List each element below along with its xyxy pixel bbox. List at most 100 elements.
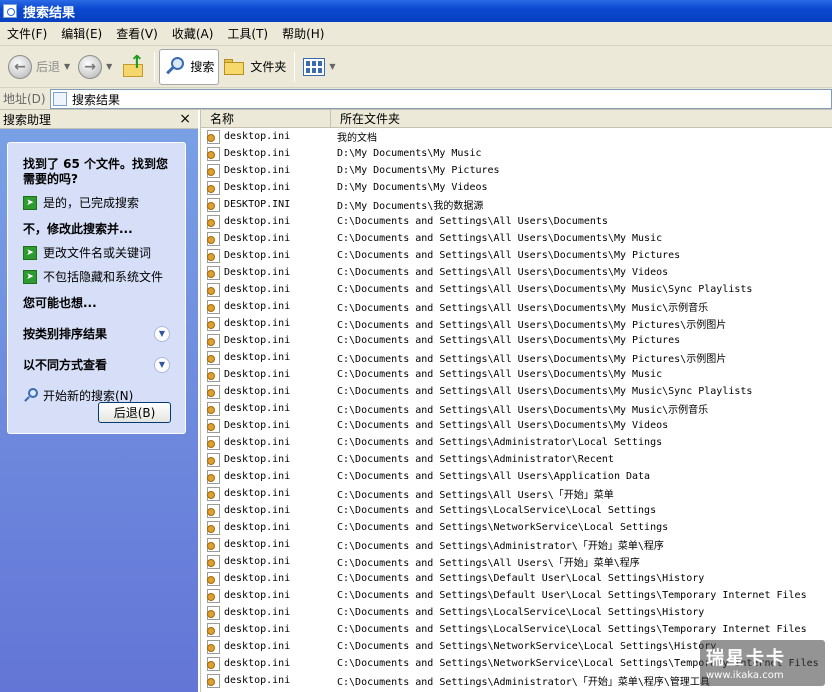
file-name-cell[interactable]: desktop.ini (201, 129, 331, 144)
file-name-cell[interactable]: desktop.ini (201, 605, 331, 620)
table-row[interactable]: Desktop.ini C:\Documents and Settings\All… (201, 247, 832, 264)
back-dropdown-icon[interactable]: ▼ (64, 62, 70, 71)
file-name-cell[interactable]: desktop.ini (201, 588, 331, 603)
table-row[interactable]: desktop.ini C:\Documents and Settings\All… (201, 349, 832, 366)
file-name-cell[interactable]: desktop.ini (201, 214, 331, 229)
file-name-cell[interactable]: desktop.ini (201, 503, 331, 518)
table-row[interactable]: desktop.ini C:\Documents and Settings\All… (201, 468, 832, 485)
exclude-hidden-link[interactable]: ➤ 不包括隐藏和系统文件 (23, 268, 175, 285)
up-folder-button[interactable]: ↑ (116, 49, 150, 85)
table-row[interactable]: desktop.ini C:\Documents and Settings\All… (201, 553, 832, 570)
file-name-cell[interactable]: desktop.ini (201, 554, 331, 569)
table-row[interactable]: desktop.ini C:\Documents and Settings\Def… (201, 587, 832, 604)
file-name-cell[interactable]: desktop.ini (201, 622, 331, 637)
file-name: desktop.ini (224, 386, 291, 397)
table-row[interactable]: DESKTOP.INI D:\My Documents\我的数据源 (201, 196, 832, 213)
ini-file-icon (207, 554, 220, 569)
file-name-cell[interactable]: desktop.ini (201, 299, 331, 314)
file-name-cell[interactable]: desktop.ini (201, 435, 331, 450)
menu-edit[interactable]: 编辑(E) (54, 25, 109, 42)
ini-file-icon (207, 333, 220, 348)
search-icon (23, 387, 39, 404)
file-name-cell[interactable]: Desktop.ini (201, 248, 331, 263)
file-name-cell[interactable]: DESKTOP.INI (201, 197, 331, 212)
ini-file-icon (207, 282, 220, 297)
table-row[interactable]: Desktop.ini D:\My Documents\My Pictures (201, 162, 832, 179)
column-header-name[interactable]: 名称 (201, 110, 331, 127)
file-name-cell[interactable]: Desktop.ini (201, 418, 331, 433)
table-row[interactable]: desktop.ini C:\Documents and Settings\Def… (201, 570, 832, 587)
address-input[interactable]: 搜索结果 (50, 89, 832, 109)
file-name-cell[interactable]: desktop.ini (201, 486, 331, 501)
table-row[interactable]: Desktop.ini C:\Documents and Settings\Adm… (201, 451, 832, 468)
table-row[interactable]: desktop.ini C:\Documents and Settings\All… (201, 281, 832, 298)
file-name-cell[interactable]: Desktop.ini (201, 180, 331, 195)
file-name-cell[interactable]: desktop.ini (201, 350, 331, 365)
sort-by-category-section[interactable]: 按类别排序结果 ▼ (23, 325, 175, 342)
file-name-cell[interactable]: desktop.ini (201, 571, 331, 586)
search-button[interactable]: 搜索 (159, 48, 220, 85)
views-dropdown-icon[interactable]: ▼ (329, 62, 335, 71)
ini-file-icon (207, 537, 220, 552)
table-row[interactable]: desktop.ini C:\Documents and Settings\Adm… (201, 536, 832, 553)
menu-view[interactable]: 查看(V) (109, 25, 165, 42)
file-name-cell[interactable]: Desktop.ini (201, 367, 331, 382)
menu-file[interactable]: 文件(F) (0, 25, 54, 42)
file-name-cell[interactable]: desktop.ini (201, 282, 331, 297)
chevron-down-icon[interactable]: ▼ (154, 356, 170, 373)
file-name: desktop.ini (224, 658, 291, 669)
menu-favorites[interactable]: 收藏(A) (165, 25, 221, 42)
back-button[interactable]: ← 后退 ▼ (4, 49, 74, 85)
no-modify-heading: 不，修改此搜索并... (23, 222, 133, 236)
file-name-cell[interactable]: desktop.ini (201, 401, 331, 416)
change-name-link[interactable]: ➤ 更改文件名或关键词 (23, 244, 175, 261)
table-row[interactable]: Desktop.ini C:\Documents and Settings\All… (201, 230, 832, 247)
file-name-cell[interactable]: desktop.ini (201, 316, 331, 331)
file-name-cell[interactable]: Desktop.ini (201, 452, 331, 467)
file-name-cell[interactable]: Desktop.ini (201, 333, 331, 348)
file-name-cell[interactable]: desktop.ini (201, 469, 331, 484)
folder-path-cell: C:\Documents and Settings\All Users\Docu… (337, 267, 669, 278)
table-row[interactable]: desktop.ini C:\Documents and Settings\Loc… (201, 604, 832, 621)
chevron-down-icon[interactable]: ▼ (154, 325, 170, 342)
menu-tools[interactable]: 工具(T) (220, 25, 275, 42)
file-name-cell[interactable]: desktop.ini (201, 520, 331, 535)
file-name-cell[interactable]: desktop.ini (201, 384, 331, 399)
file-name-cell[interactable]: Desktop.ini (201, 231, 331, 246)
ini-file-icon (207, 129, 220, 144)
table-row[interactable]: desktop.ini C:\Documents and Settings\Loc… (201, 621, 832, 638)
forward-button[interactable]: → ▼ (74, 49, 116, 85)
file-name-cell[interactable]: Desktop.ini (201, 163, 331, 178)
file-name-cell[interactable]: desktop.ini (201, 656, 331, 671)
table-row[interactable]: desktop.ini C:\Documents and Settings\Adm… (201, 434, 832, 451)
table-row[interactable]: desktop.ini C:\Documents and Settings\All… (201, 315, 832, 332)
table-row[interactable]: Desktop.ini D:\My Documents\My Music (201, 145, 832, 162)
table-row[interactable]: Desktop.ini D:\My Documents\My Videos (201, 179, 832, 196)
column-header-folder[interactable]: 所在文件夹 (331, 110, 832, 127)
table-row[interactable]: Desktop.ini C:\Documents and Settings\All… (201, 417, 832, 434)
table-row[interactable]: desktop.ini C:\Documents and Settings\All… (201, 213, 832, 230)
views-button[interactable]: ▼ (299, 49, 339, 85)
table-row[interactable]: desktop.ini C:\Documents and Settings\Loc… (201, 502, 832, 519)
table-row[interactable]: desktop.ini C:\Documents and Settings\All… (201, 298, 832, 315)
file-name-cell[interactable]: desktop.ini (201, 537, 331, 552)
close-icon[interactable]: × (179, 111, 191, 127)
view-differently-section[interactable]: 以不同方式查看 ▼ (23, 356, 175, 373)
yes-done-link[interactable]: ➤ 是的，已完成搜索 (23, 194, 175, 211)
table-row[interactable]: desktop.ini C:\Documents and Settings\Net… (201, 519, 832, 536)
table-row[interactable]: desktop.ini C:\Documents and Settings\All… (201, 400, 832, 417)
table-row[interactable]: desktop.ini C:\Documents and Settings\All… (201, 485, 832, 502)
table-row[interactable]: desktop.ini C:\Documents and Settings\All… (201, 383, 832, 400)
file-name-cell[interactable]: desktop.ini (201, 639, 331, 654)
table-row[interactable]: desktop.ini 我的文档 (201, 128, 832, 145)
menu-help[interactable]: 帮助(H) (275, 25, 331, 42)
table-row[interactable]: Desktop.ini C:\Documents and Settings\All… (201, 264, 832, 281)
file-name-cell[interactable]: Desktop.ini (201, 146, 331, 161)
folders-button[interactable]: 文件夹 (219, 49, 290, 85)
file-name-cell[interactable]: Desktop.ini (201, 265, 331, 280)
back-button-assistant[interactable]: 后退(B) (98, 402, 171, 423)
table-row[interactable]: Desktop.ini C:\Documents and Settings\All… (201, 366, 832, 383)
table-row[interactable]: Desktop.ini C:\Documents and Settings\All… (201, 332, 832, 349)
file-name-cell[interactable]: desktop.ini (201, 673, 331, 688)
forward-dropdown-icon[interactable]: ▼ (106, 62, 112, 71)
